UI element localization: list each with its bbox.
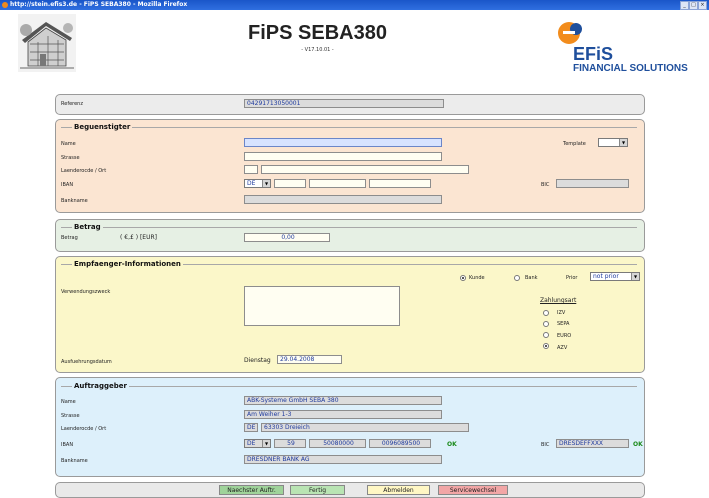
beg-iban-country-select[interactable]: DE ▼ bbox=[244, 179, 271, 188]
beg-bank-label: Bankname bbox=[61, 198, 88, 204]
auf-iban-blz-field[interactable]: 50080000 bbox=[309, 439, 366, 448]
beg-name-label: Name bbox=[61, 141, 76, 147]
beguenstigter-divider bbox=[61, 127, 637, 128]
auf-bic-label: BIC bbox=[541, 442, 550, 448]
efis-logo-subtitle: FINANCIAL SOLUTIONS bbox=[573, 63, 688, 74]
auf-iban-label: IBAN bbox=[61, 442, 74, 448]
betrag-field[interactable]: 0,00 bbox=[244, 233, 330, 242]
beg-name-field[interactable] bbox=[244, 138, 442, 147]
auftraggeber-divider bbox=[61, 386, 637, 387]
auf-iban-country-select[interactable]: DE ▼ bbox=[244, 439, 271, 448]
auf-bic-field[interactable]: DRESDEFFXXX bbox=[556, 439, 629, 448]
beg-iban-check-field[interactable] bbox=[274, 179, 306, 188]
beguenstigter-title: Beguenstigter bbox=[72, 123, 133, 131]
firefox-icon bbox=[2, 2, 8, 8]
done-button[interactable]: Fertig bbox=[290, 485, 345, 495]
auf-strasse-label: Strasse bbox=[61, 413, 80, 419]
auf-ort-label: Laenderocde / Ort bbox=[61, 426, 107, 432]
auf-country-field[interactable]: DE bbox=[244, 423, 258, 432]
beg-bic-label: BIC bbox=[541, 182, 550, 188]
prior-select[interactable]: not prior ▼ bbox=[590, 272, 640, 281]
minimize-button[interactable]: _ bbox=[680, 1, 689, 10]
bank-label: Bank bbox=[525, 275, 538, 281]
ausfuehrung-date-field[interactable]: 29.04.2008 bbox=[277, 355, 342, 364]
auf-bank-field[interactable]: DRESDNER BANK AG bbox=[244, 455, 442, 464]
app-version: - V17.10.01 - bbox=[301, 47, 334, 53]
window-title: http://stein.efis3.de - FiPS SEBA380 - M… bbox=[10, 1, 188, 8]
auf-bank-label: Bankname bbox=[61, 458, 88, 464]
chevron-down-icon: ▼ bbox=[262, 180, 270, 187]
auf-name-label: Name bbox=[61, 399, 76, 405]
chevron-down-icon: ▼ bbox=[262, 440, 270, 447]
zahlungsart-azv-label: AZV bbox=[557, 345, 568, 351]
auf-iban-konto-field[interactable]: 0096089500 bbox=[369, 439, 431, 448]
beg-ort-field[interactable] bbox=[261, 165, 469, 174]
referenz-field[interactable]: 04291713050001 bbox=[244, 99, 444, 108]
beg-iban-label: IBAN bbox=[61, 182, 74, 188]
auf-iban-check-field[interactable]: 59 bbox=[274, 439, 306, 448]
zahlungsart-radio-sepa[interactable] bbox=[543, 321, 549, 327]
zahlungsart-radio-izv[interactable] bbox=[543, 310, 549, 316]
zahlungsart-izv-label: IZV bbox=[557, 310, 566, 316]
betrag-currency: ( €,£ ) [EUR] bbox=[120, 234, 157, 241]
auf-strasse-field[interactable]: Am Weiher 1-3 bbox=[244, 410, 442, 419]
service-switch-button[interactable]: Servicewechsel bbox=[438, 485, 508, 495]
auftraggeber-title: Auftraggeber bbox=[72, 382, 129, 390]
betrag-divider bbox=[61, 227, 637, 228]
beg-iban-konto-field[interactable] bbox=[369, 179, 431, 188]
kunde-radio[interactable] bbox=[460, 275, 466, 281]
app-title: FiPS SEBA380 bbox=[248, 22, 387, 44]
window-titlebar: http://stein.efis3.de - FiPS SEBA380 - M… bbox=[0, 0, 709, 10]
zahlungsart-euro-label: EURO bbox=[557, 333, 572, 339]
zahlungsart-sepa-label: SEPA bbox=[557, 321, 570, 327]
verwendung-label: Verwendungszweck bbox=[61, 289, 111, 295]
beg-strasse-label: Strasse bbox=[61, 155, 80, 161]
next-order-button[interactable]: Naechster Auftr. bbox=[219, 485, 284, 495]
zahlungsart-radio-azv[interactable] bbox=[543, 343, 549, 349]
beg-bank-field[interactable] bbox=[244, 195, 442, 204]
zahlungsart-radio-euro[interactable] bbox=[543, 332, 549, 338]
beg-ort-label: Laenderocde / Ort bbox=[61, 168, 107, 174]
house-sketch-image bbox=[18, 14, 76, 72]
template-select[interactable]: ▼ bbox=[598, 138, 628, 147]
chevron-down-icon: ▼ bbox=[631, 273, 639, 280]
bank-radio[interactable] bbox=[514, 275, 520, 281]
beg-strasse-field[interactable] bbox=[244, 152, 442, 161]
bic-ok-status: OK bbox=[633, 441, 643, 448]
zahlungsart-label: Zahlungsart bbox=[540, 297, 577, 304]
empfaenger-title: Empfaenger-Informationen bbox=[72, 260, 183, 268]
beg-country-field[interactable] bbox=[244, 165, 258, 174]
kunde-label: Kunde bbox=[469, 275, 485, 281]
chevron-down-icon: ▼ bbox=[619, 139, 627, 146]
logout-button[interactable]: Abmelden bbox=[367, 485, 430, 495]
verwendung-textarea[interactable] bbox=[244, 286, 400, 326]
betrag-label: Betrag bbox=[61, 235, 78, 241]
prior-label: Prior bbox=[566, 275, 578, 281]
betrag-title: Betrag bbox=[72, 223, 103, 231]
iban-ok-status: OK bbox=[447, 441, 457, 448]
auf-name-field[interactable]: ABK-Systeme GmbH SEBA 380 bbox=[244, 396, 442, 405]
template-label: Template bbox=[563, 141, 586, 147]
beg-iban-blz-field[interactable] bbox=[309, 179, 366, 188]
ausfuehrung-label: Ausfuehrungsdatum bbox=[61, 359, 112, 365]
close-button[interactable]: × bbox=[698, 1, 707, 10]
ausfuehrung-day: Dienstag bbox=[244, 357, 271, 364]
maximize-button[interactable]: □ bbox=[689, 1, 698, 10]
auf-ort-field[interactable]: 63303 Dreieich bbox=[261, 423, 469, 432]
button-bar bbox=[55, 482, 645, 498]
efis-logo-icon bbox=[558, 22, 582, 44]
referenz-label: Referenz bbox=[61, 101, 83, 107]
beg-bic-field[interactable] bbox=[556, 179, 629, 188]
efis-logo-text: EFiS bbox=[573, 44, 614, 64]
